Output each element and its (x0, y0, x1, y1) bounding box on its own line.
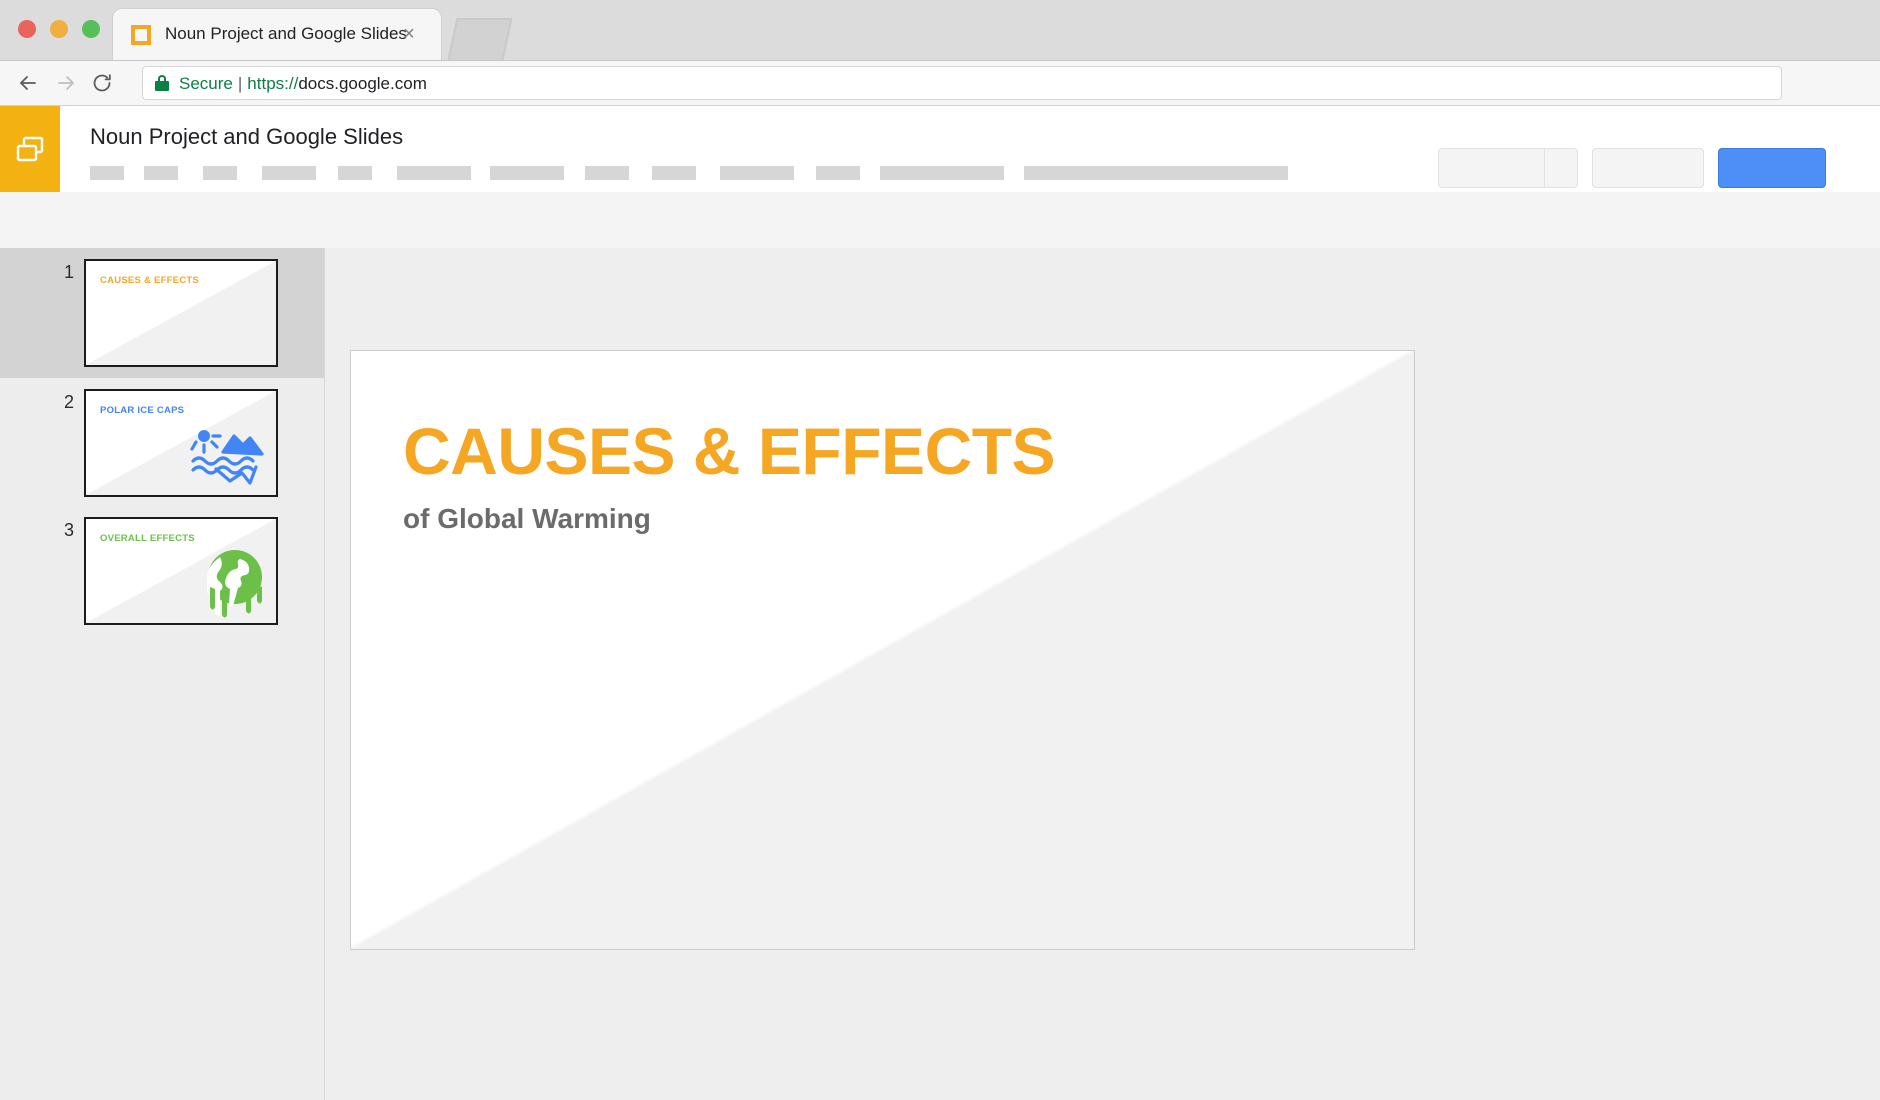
menu-placeholder[interactable] (262, 166, 316, 180)
slide-thumbnail[interactable]: CAUSES & EFFECTS (84, 259, 278, 367)
iceberg-icon (190, 425, 270, 492)
new-tab-ghost[interactable] (447, 18, 513, 60)
filmstrip-item-2[interactable]: 2 POLAR ICE CAPS (0, 378, 324, 506)
menu-placeholder[interactable] (338, 166, 372, 180)
url-text: Secure | https://docs.google.com (179, 73, 427, 94)
thumbnail-title: CAUSES & EFFECTS (100, 275, 200, 286)
browser-titlebar: Noun Project and Google Slides × (0, 0, 1880, 61)
slide-filmstrip[interactable]: 1 CAUSES & EFFECTS 2 POLAR ICE CAPS 3 OV… (0, 248, 325, 1100)
traffic-lights (18, 20, 100, 38)
menu-placeholder[interactable] (1024, 166, 1288, 180)
address-bar[interactable]: Secure | https://docs.google.com (142, 66, 1782, 100)
menu-placeholder[interactable] (144, 166, 178, 180)
filmstrip-item-3[interactable]: 3 OVERALL EFFECTS (0, 506, 324, 634)
maximize-window-button[interactable] (82, 20, 100, 38)
minimize-window-button[interactable] (50, 20, 68, 38)
slide-number: 1 (63, 262, 74, 282)
menu-placeholder[interactable] (397, 166, 471, 180)
tab-title: Noun Project and Google Slides (165, 24, 407, 43)
thumbnail-title: OVERALL EFFECTS (100, 533, 195, 544)
lock-icon (155, 74, 169, 92)
browser-window: Noun Project and Google Slides × Secure … (0, 0, 1880, 1100)
slides-toolbar-strip (0, 192, 1880, 249)
url-scheme-suffix: :// (284, 74, 299, 93)
slide-thumbnail[interactable]: POLAR ICE CAPS (84, 389, 278, 497)
slide-thumbnail[interactable]: OVERALL EFFECTS (84, 517, 278, 625)
menu-placeholder[interactable] (816, 166, 860, 180)
google-slides-icon[interactable] (0, 106, 60, 194)
browser-tab[interactable]: Noun Project and Google Slides × (112, 8, 442, 60)
secondary-button[interactable] (1592, 148, 1704, 188)
url-host: docs.google.com (298, 74, 427, 93)
menu-placeholder[interactable] (585, 166, 629, 180)
share-split-button[interactable] (1438, 148, 1578, 188)
forward-arrow-icon[interactable] (52, 69, 80, 97)
primary-button[interactable] (1718, 148, 1826, 188)
slide-number: 3 (63, 520, 74, 540)
document-title[interactable]: Noun Project and Google Slides (90, 124, 403, 150)
menu-placeholder[interactable] (880, 166, 1004, 180)
browser-toolbar: Secure | https://docs.google.com (0, 61, 1880, 106)
menu-placeholder[interactable] (90, 166, 124, 180)
slide-title[interactable]: CAUSES & EFFECTS (403, 413, 1056, 489)
filmstrip-item-1[interactable]: 1 CAUSES & EFFECTS (0, 248, 324, 378)
close-window-button[interactable] (18, 20, 36, 38)
menu-placeholder[interactable] (652, 166, 696, 180)
menu-placeholder[interactable] (203, 166, 237, 180)
slide-canvas-area: CAUSES & EFFECTS of Global Warming (325, 248, 1880, 1100)
url-scheme: https (247, 74, 285, 93)
tab-close-icon[interactable]: × (399, 22, 419, 46)
security-label: Secure (179, 74, 233, 93)
back-arrow-icon[interactable] (14, 69, 42, 97)
reload-icon[interactable] (88, 69, 116, 97)
split-divider (1544, 149, 1545, 187)
slide-number: 2 (63, 392, 74, 412)
slide-subtitle[interactable]: of Global Warming (403, 503, 651, 535)
slides-favicon-icon (131, 25, 151, 45)
menu-placeholder[interactable] (720, 166, 794, 180)
current-slide[interactable]: CAUSES & EFFECTS of Global Warming (350, 350, 1415, 950)
workspace: 1 CAUSES & EFFECTS 2 POLAR ICE CAPS 3 OV… (0, 248, 1880, 1100)
thumbnail-title: POLAR ICE CAPS (100, 405, 185, 416)
melting-globe-icon (202, 547, 268, 623)
url-separator: | (237, 74, 243, 93)
menu-placeholder[interactable] (490, 166, 564, 180)
